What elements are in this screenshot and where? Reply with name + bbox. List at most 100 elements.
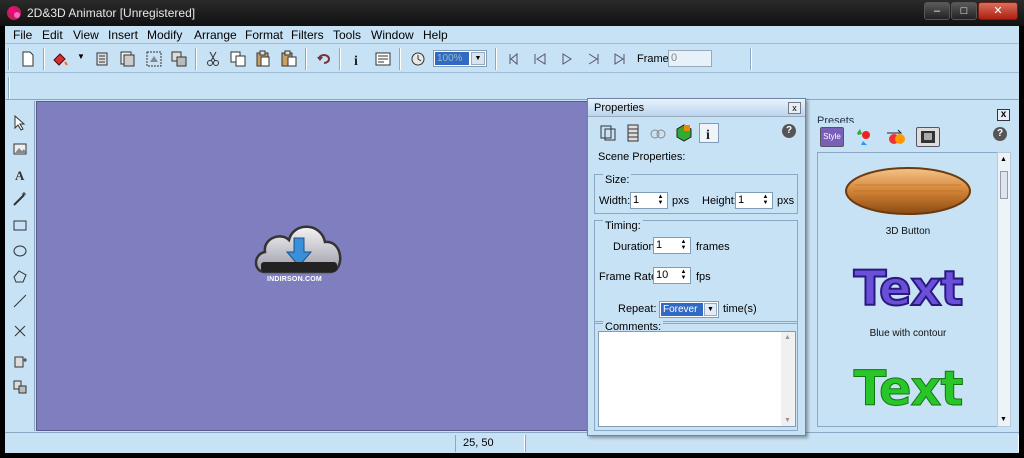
width-spinner[interactable]: 1 ▲ ▼: [630, 192, 668, 209]
properties-window: Properties x i ? Scene Properties: Size:…: [587, 98, 806, 436]
toolbar-grip: [8, 48, 10, 70]
comments-scrollbar[interactable]: ▲ ▼: [781, 332, 795, 426]
rectangle-tool-icon[interactable]: [12, 217, 28, 233]
paste-special-icon[interactable]: [280, 50, 298, 68]
app-client-area: File Edit View Insert Modify Arrange For…: [5, 26, 1019, 453]
framerate-spinner[interactable]: 10 ▲ ▼: [653, 267, 691, 284]
menu-edit[interactable]: Edit: [42, 28, 63, 42]
repeat-unit: time(s): [723, 303, 757, 315]
next-frame-icon[interactable]: [585, 50, 603, 68]
properties-help-icon[interactable]: ?: [782, 124, 796, 138]
undo-icon[interactable]: [315, 50, 333, 68]
frame-label: Frame:: [637, 53, 672, 65]
transform-tool-icon[interactable]: [12, 323, 28, 339]
duration-spinner[interactable]: 1 ▲ ▼: [653, 237, 691, 254]
framerate-unit: fps: [696, 271, 711, 283]
menu-modify[interactable]: Modify: [147, 28, 182, 42]
distribute-tool-icon[interactable]: [12, 379, 28, 395]
transform-tab-icon[interactable]: [598, 123, 618, 143]
ellipse-tool-icon[interactable]: [12, 242, 28, 258]
animation-tab-icon[interactable]: [884, 127, 908, 147]
text-tool-icon[interactable]: A: [12, 166, 28, 182]
title-bar: 2D&3D Animator [Unregistered] – □ ✕: [0, 0, 1024, 26]
preset-caption: Blue with contour: [869, 328, 947, 339]
close-button[interactable]: ✕: [978, 2, 1018, 20]
menu-insert[interactable]: Insert: [108, 28, 138, 42]
scroll-up-icon[interactable]: ▲: [784, 334, 791, 341]
menu-window[interactable]: Window: [371, 28, 414, 42]
scroll-down-icon[interactable]: ▼: [1000, 416, 1007, 423]
main-toolbar: ▼ i 100% ▼ Frame: 0: [5, 45, 1019, 73]
properties-title-bar[interactable]: Properties x: [588, 99, 805, 117]
scroll-down-icon[interactable]: ▼: [784, 417, 791, 424]
pointer-tool-icon[interactable]: [12, 115, 28, 131]
bring-front-icon[interactable]: [93, 50, 111, 68]
presets-help-icon[interactable]: ?: [993, 127, 1007, 141]
preset-text-blue[interactable]: Text: [818, 260, 997, 318]
chevron-down-icon[interactable]: ▼: [77, 52, 85, 61]
last-frame-icon[interactable]: [611, 50, 629, 68]
magic-wand-icon[interactable]: [12, 191, 28, 207]
film-tab-icon[interactable]: [623, 123, 643, 143]
comments-textarea[interactable]: ▲ ▼: [598, 331, 796, 427]
spin-arrows-icon[interactable]: ▲ ▼: [678, 269, 689, 282]
menu-tools[interactable]: Tools: [333, 28, 361, 42]
preset-text-green[interactable]: Text: [818, 361, 997, 418]
properties-icon[interactable]: [374, 50, 392, 68]
chevron-down-icon[interactable]: ▼: [471, 52, 485, 65]
height-spinner[interactable]: 1 ▲ ▼: [735, 192, 773, 209]
align-tool-icon[interactable]: [12, 354, 28, 370]
polygon-tool-icon[interactable]: [12, 268, 28, 284]
ungroup-icon[interactable]: [170, 50, 188, 68]
preset-list[interactable]: 3D Button Text Blue with contour Text: [817, 152, 997, 427]
repeat-value: Forever: [661, 303, 703, 316]
preset-list-scrollbar[interactable]: ▲ ▼: [997, 152, 1011, 427]
presets-title: Presets: [817, 115, 855, 123]
style-tab[interactable]: Style: [820, 127, 844, 147]
menu-view[interactable]: View: [73, 28, 99, 42]
preset-3d-button-swatch[interactable]: [843, 165, 973, 217]
menu-arrange[interactable]: Arrange: [194, 28, 237, 42]
cut-icon[interactable]: [204, 50, 222, 68]
presets-close-button[interactable]: x: [997, 109, 1010, 121]
repeat-select[interactable]: Forever ▼: [659, 301, 719, 318]
line-tool-icon[interactable]: [12, 293, 28, 309]
info-icon[interactable]: i: [348, 50, 366, 68]
send-back-icon[interactable]: [118, 50, 136, 68]
menu-file[interactable]: File: [13, 28, 32, 42]
color-tab-icon[interactable]: [674, 123, 694, 143]
spin-arrows-icon[interactable]: ▲ ▼: [760, 194, 771, 207]
spin-arrows-icon[interactable]: ▲ ▼: [678, 239, 689, 252]
menu-help[interactable]: Help: [423, 28, 448, 42]
info-tab-icon[interactable]: i: [699, 123, 719, 143]
link-tab-icon[interactable]: [648, 123, 668, 143]
image-tool-icon[interactable]: [12, 141, 28, 157]
properties-close-button[interactable]: x: [788, 102, 801, 114]
new-file-icon[interactable]: [19, 50, 37, 68]
group-icon[interactable]: [145, 50, 163, 68]
stage-canvas[interactable]: INDIRSON.COM: [36, 101, 591, 431]
menu-filters[interactable]: Filters: [291, 28, 324, 42]
scene-properties-label: Scene Properties:: [598, 151, 686, 163]
timing-group: Timing: Duration: 1 ▲ ▼ frames Frame Rate…: [594, 220, 798, 324]
spin-arrows-icon[interactable]: ▲ ▼: [655, 194, 666, 207]
scroll-up-icon[interactable]: ▲: [1000, 156, 1007, 163]
minimize-button[interactable]: –: [924, 2, 950, 20]
image-tab-icon[interactable]: [916, 127, 940, 147]
first-frame-icon[interactable]: [505, 50, 523, 68]
zoom-select[interactable]: 100% ▼: [433, 50, 487, 67]
toolbar-separator: [399, 48, 401, 70]
zoom-icon[interactable]: [409, 50, 427, 68]
menu-format[interactable]: Format: [245, 28, 283, 42]
presets-panel: Presets x Style ? 3D Button Text Blue wi…: [814, 107, 1014, 427]
play-icon[interactable]: [558, 50, 576, 68]
maximize-button[interactable]: □: [951, 2, 977, 20]
previous-frame-icon[interactable]: [531, 50, 549, 68]
frame-input[interactable]: 0: [668, 50, 712, 67]
shapes-tab-icon[interactable]: [852, 127, 876, 147]
scrollbar-thumb[interactable]: [1000, 171, 1008, 199]
paste-icon[interactable]: [254, 50, 272, 68]
paint-bucket-icon[interactable]: [51, 50, 69, 68]
copy-icon[interactable]: [229, 50, 247, 68]
chevron-down-icon[interactable]: ▼: [704, 303, 717, 316]
